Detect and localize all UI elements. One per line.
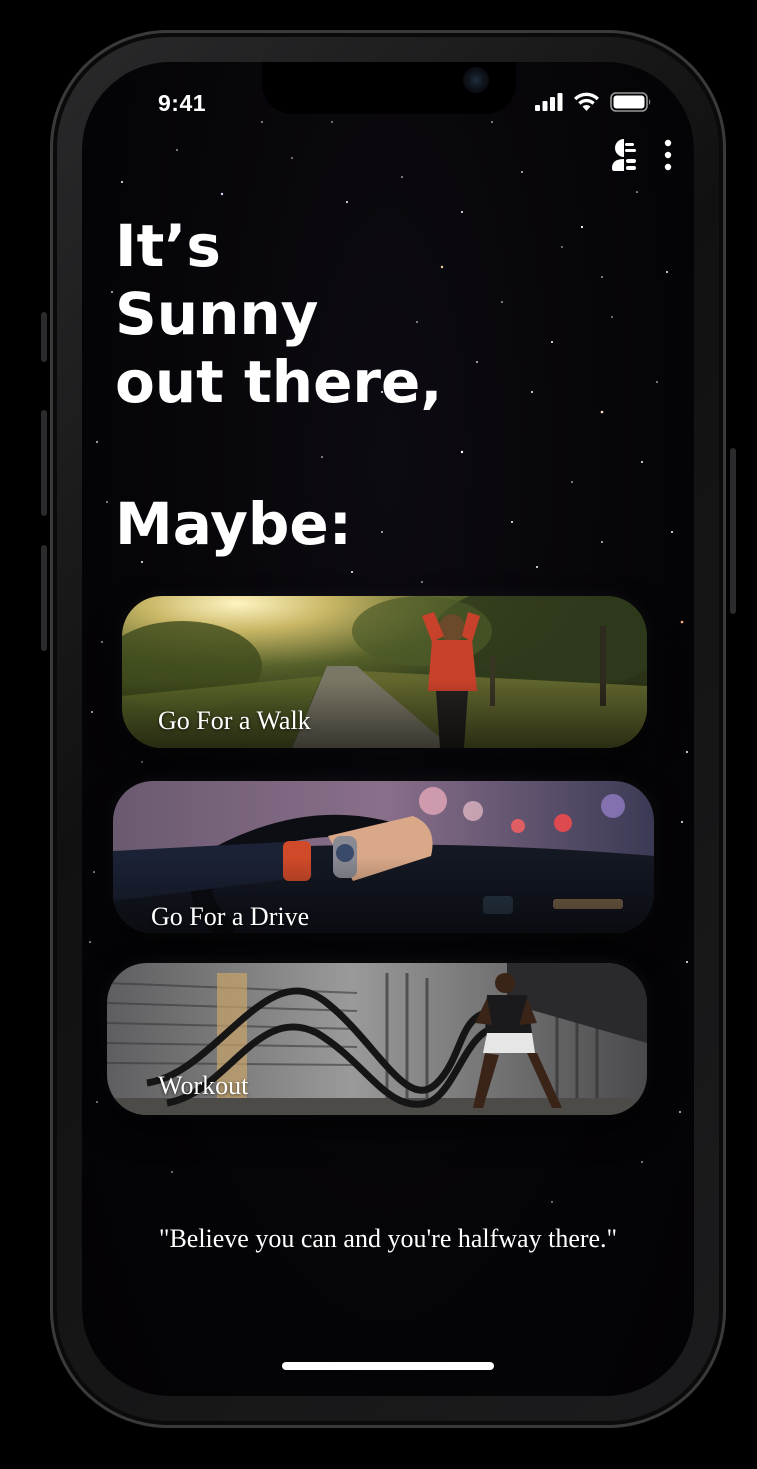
wifi-icon [574,92,599,111]
headline-line-3: out there, [115,348,443,416]
headline-line-2: Sunny [115,280,319,348]
suggestion-card-workout[interactable]: Workout [107,963,647,1115]
battery-icon [610,92,651,112]
suggestion-card-drive[interactable]: Go For a Drive [113,781,654,933]
volume-down-button [41,545,47,651]
weather-headline: It’s Sunny out there, [115,212,442,416]
status-time: 9:41 [158,90,207,116]
cellular-signal-icon [535,93,563,111]
power-button [730,448,736,614]
volume-up-button [41,410,47,516]
suggestions-heading: Maybe: [115,490,352,558]
front-camera [463,67,489,93]
profile-menu-icon[interactable] [610,138,638,172]
silent-switch [41,312,47,362]
more-vertical-icon[interactable] [664,139,672,171]
headline-line-1: It’s [115,212,221,280]
suggestion-label-walk: Go For a Walk [158,706,311,735]
motivational-quote: "Believe you can and you're halfway ther… [158,1224,618,1253]
suggestion-card-walk[interactable]: Go For a Walk [122,596,647,748]
dynamic-island [262,62,516,114]
status-icons [535,92,652,112]
top-actions [610,138,672,172]
app-screen: 9:41 It’s Sunny out there, Maybe: Go For… [82,62,694,1396]
suggestion-label-drive: Go For a Drive [151,902,310,931]
suggestion-label-workout: Workout [158,1071,249,1100]
home-indicator[interactable] [282,1362,494,1370]
